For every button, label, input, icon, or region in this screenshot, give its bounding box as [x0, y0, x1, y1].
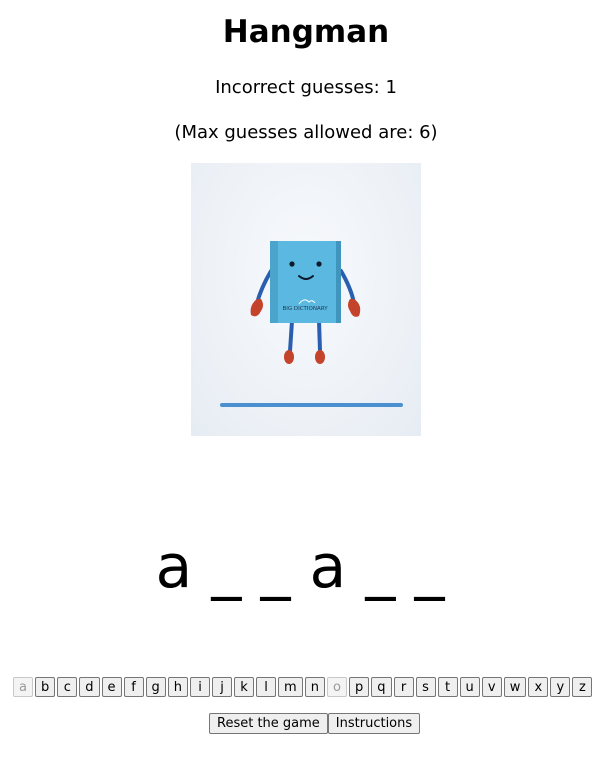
letter-button-t[interactable]: t — [437, 677, 458, 697]
book-character-icon: BIG DICTIONARY — [220, 241, 403, 407]
letter-button-j[interactable]: j — [212, 677, 233, 697]
letter-button-w[interactable]: w — [503, 677, 527, 697]
letter-button-h[interactable]: h — [167, 677, 189, 697]
letter-button-o: o — [326, 677, 347, 697]
letter-button-i[interactable]: i — [190, 677, 211, 697]
letter-button-k[interactable]: k — [234, 677, 255, 697]
letter-button-e[interactable]: e — [101, 677, 122, 697]
letter-button-m[interactable]: m — [278, 677, 303, 697]
letter-button-z[interactable]: z — [572, 677, 593, 697]
word-display: a _ _ a _ _ — [155, 532, 445, 602]
letter-button-b[interactable]: b — [35, 677, 56, 697]
letter-button-u[interactable]: u — [459, 677, 480, 697]
hangman-image: BIG DICTIONARY — [191, 163, 421, 436]
incorrect-guesses-text: Incorrect guesses: 1 — [215, 77, 397, 98]
letter-button-a: a — [13, 677, 33, 697]
letter-button-v[interactable]: v — [481, 677, 502, 697]
max-guesses-text: (Max guesses allowed are: 6) — [174, 122, 438, 143]
letter-button-g[interactable]: g — [145, 677, 166, 697]
reset-game-button[interactable]: Reset the game — [209, 713, 328, 734]
letter-button-n[interactable]: n — [304, 677, 325, 697]
letter-button-d[interactable]: d — [79, 677, 100, 697]
letter-keyboard: abcdefghijklmnopqrstuvwxyz — [13, 677, 594, 697]
letter-button-x[interactable]: x — [528, 677, 549, 697]
letter-button-r[interactable]: r — [393, 677, 414, 697]
letter-button-s[interactable]: s — [415, 677, 436, 697]
letter-button-f[interactable]: f — [123, 677, 144, 697]
letter-button-q[interactable]: q — [371, 677, 392, 697]
action-buttons: Reset the game Instructions — [209, 713, 421, 734]
letter-button-y[interactable]: y — [550, 677, 571, 697]
letter-button-p[interactable]: p — [348, 677, 370, 697]
instructions-button[interactable]: Instructions — [327, 713, 421, 734]
letter-button-c[interactable]: c — [57, 677, 78, 697]
book-cover-text: BIG DICTIONARY — [282, 306, 328, 312]
letter-button-l[interactable]: l — [256, 677, 277, 697]
page-title: Hangman — [222, 14, 390, 50]
